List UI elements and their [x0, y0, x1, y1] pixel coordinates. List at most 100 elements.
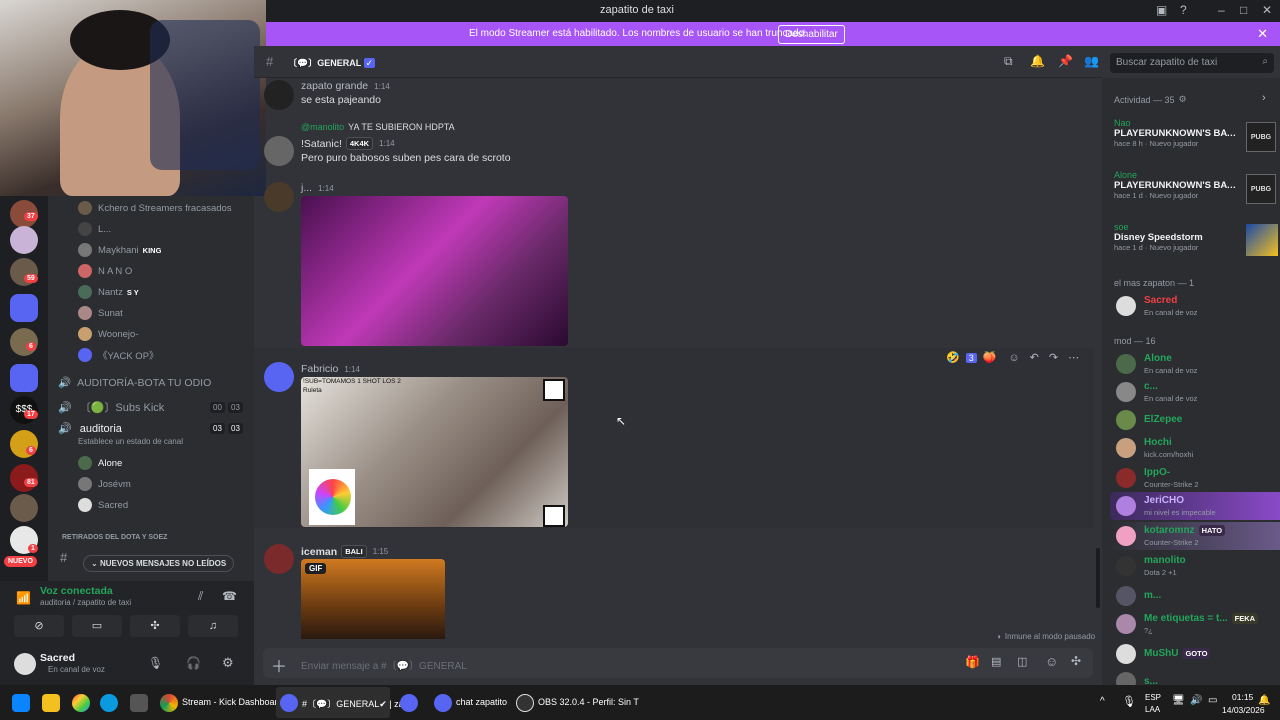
- notification-icon[interactable]: 🔔: [1258, 695, 1270, 706]
- maximize-button[interactable]: □: [1240, 3, 1247, 17]
- forward-icon[interactable]: ↷: [1049, 351, 1058, 364]
- voice-member[interactable]: L...: [78, 220, 111, 238]
- member-item[interactable]: m...: [1116, 582, 1276, 610]
- member-item[interactable]: IppO- Counter-Strike 2: [1116, 464, 1276, 492]
- activity-card[interactable]: soe Disney Speedstorm hace 1 d · Nuevo j…: [1114, 222, 1278, 266]
- emoji-reaction[interactable]: 🤣: [946, 351, 960, 364]
- search-input[interactable]: Buscar zapatito de taxi ⌕: [1110, 53, 1274, 73]
- clock-time[interactable]: 01:15: [1232, 692, 1253, 702]
- keycap-reaction[interactable]: 3: [965, 352, 977, 363]
- language-code[interactable]: ESP: [1145, 693, 1161, 702]
- network-icon[interactable]: 🖥: [1172, 695, 1185, 706]
- member-item[interactable]: MuShU GOTO: [1116, 640, 1276, 668]
- voice-member[interactable]: Alone: [78, 454, 122, 472]
- message-author[interactable]: iceman: [301, 546, 337, 558]
- taskbar-item-chrome[interactable]: Stream - Kick Dashboar: [182, 697, 278, 707]
- reply-icon[interactable]: ↶: [1030, 351, 1039, 364]
- voice-channel-subs-kick[interactable]: 🔊 〔🟢〕Subs Kick 00 03: [58, 399, 244, 415]
- chevron-right-icon[interactable]: ›: [1262, 92, 1266, 104]
- voice-channel-auditoria[interactable]: 🔊 auditoria 03 03: [58, 422, 244, 435]
- close-window-button[interactable]: ✕: [1262, 3, 1272, 17]
- taskbar-item-chat[interactable]: chat zapatito: [456, 697, 507, 707]
- minimize-button[interactable]: –: [1218, 3, 1225, 17]
- member-item[interactable]: manolito Dota 2 +1: [1116, 552, 1276, 580]
- category-retired[interactable]: RETIRADOS DEL DOTA Y SOEZ: [62, 534, 167, 541]
- activities-button[interactable]: ✣: [130, 615, 180, 637]
- discord-icon[interactable]: [434, 694, 452, 712]
- avatar[interactable]: [264, 80, 294, 110]
- activity-header[interactable]: Actividad — 35 ⚙: [1114, 94, 1187, 105]
- image-attachment[interactable]: [301, 196, 568, 346]
- member-item[interactable]: kotaromnz HATO Counter-Strike 2: [1110, 522, 1280, 550]
- chrome-icon[interactable]: [160, 694, 178, 712]
- gear-icon[interactable]: ⚙: [1179, 94, 1187, 105]
- voice-member[interactable]: Maykhani KING: [78, 241, 161, 259]
- voice-status[interactable]: Voz conectada: [40, 585, 113, 597]
- avatar[interactable]: [264, 544, 294, 574]
- obs-icon[interactable]: [516, 694, 534, 712]
- chevron-up-icon[interactable]: ^: [1100, 696, 1105, 707]
- battery-icon[interactable]: ▭: [1208, 695, 1217, 706]
- new-messages-pill[interactable]: ⌄ NUEVOS MENSAJES NO LEÍDOS: [83, 555, 235, 572]
- message-author[interactable]: j...: [301, 182, 312, 194]
- emoji-icon[interactable]: ☺: [1045, 654, 1058, 669]
- activity-card[interactable]: Alone PLAYERUNKNOWN'S BAT... hace 1 d · …: [1114, 170, 1276, 214]
- file-explorer-icon[interactable]: [42, 694, 60, 712]
- member-item[interactable]: JeriCHO mi nivel es impecable: [1110, 492, 1280, 520]
- windows-start-icon[interactable]: [12, 694, 30, 712]
- message-author[interactable]: zapato grande: [301, 80, 368, 92]
- store-icon[interactable]: [130, 694, 148, 712]
- voice-member[interactable]: Sacred: [78, 496, 128, 514]
- avatar[interactable]: [264, 182, 294, 212]
- emoji-reaction[interactable]: 🍑: [983, 351, 997, 364]
- apps-icon[interactable]: ✣: [1071, 654, 1081, 668]
- voice-member[interactable]: Sunat: [78, 304, 123, 322]
- inbox-icon[interactable]: ▣: [1156, 3, 1167, 17]
- voice-member[interactable]: Nantz S Y: [78, 283, 139, 301]
- voice-member[interactable]: Woonejo-: [78, 325, 139, 343]
- help-icon[interactable]: ?: [1180, 3, 1187, 17]
- discord-icon[interactable]: [400, 694, 418, 712]
- member-item[interactable]: Hochi kick.com/hoxhi: [1116, 434, 1276, 462]
- activity-card[interactable]: Nao PLAYERUNKNOWN'S BAT... hace 8 h · Nu…: [1114, 118, 1276, 162]
- discord-icon[interactable]: [280, 694, 298, 712]
- member-item[interactable]: s...: [1116, 668, 1276, 685]
- close-icon[interactable]: ✕: [1257, 26, 1268, 42]
- folder-icon[interactable]: [10, 364, 38, 392]
- gear-icon[interactable]: ⚙: [222, 655, 234, 671]
- disconnect-icon[interactable]: ☎: [222, 589, 237, 603]
- app-icon[interactable]: [72, 694, 90, 712]
- edge-icon[interactable]: [100, 694, 118, 712]
- screen-share-button[interactable]: ▭: [72, 615, 122, 637]
- clock-date[interactable]: 14/03/2026: [1222, 705, 1265, 715]
- reply-preview[interactable]: @manolito YA TE SUBIERON HDPTA: [301, 122, 455, 132]
- voice-location[interactable]: auditoria / zapatito de taxi: [40, 598, 131, 607]
- folder-icon[interactable]: [10, 294, 38, 322]
- taskbar-item-obs[interactable]: OBS 32.0.4 - Perfil: Sin T: [538, 697, 639, 707]
- channel-status[interactable]: Establece un estado de canal: [78, 437, 183, 446]
- server-icon[interactable]: [10, 226, 38, 254]
- bell-icon[interactable]: 🔔: [1030, 54, 1045, 68]
- voice-member[interactable]: N A N O: [78, 262, 132, 280]
- threads-icon[interactable]: ⧉: [1004, 54, 1013, 69]
- camera-off-button[interactable]: ⊘: [14, 615, 64, 637]
- gif-icon[interactable]: ▤: [991, 655, 1001, 668]
- gif-attachment[interactable]: GIF: [301, 559, 445, 639]
- image-attachment[interactable]: !SUB=TOMAMOS 1 SHOT LOS 2 Ruleta: [301, 377, 568, 527]
- voice-member[interactable]: Josévm: [78, 475, 131, 493]
- member-item[interactable]: c... En canal de voz: [1116, 378, 1276, 406]
- noise-suppression-icon[interactable]: ⫽: [198, 589, 203, 604]
- member-item[interactable]: Me etiquetas = t... FEKA ?¿: [1116, 610, 1276, 638]
- member-item[interactable]: Sacred En canal de voz: [1116, 292, 1276, 320]
- disable-streamer-button[interactable]: Deshabilitar: [778, 25, 845, 44]
- add-reaction-icon[interactable]: ☺: [1008, 352, 1019, 364]
- volume-icon[interactable]: 🔊: [1190, 695, 1202, 706]
- more-icon[interactable]: ⋯: [1068, 351, 1079, 364]
- voice-member[interactable]: Kchero d Streamers fracasados: [78, 199, 232, 217]
- voice-member[interactable]: 《YACK OP》: [78, 346, 159, 364]
- message-author[interactable]: Fabricio: [301, 363, 338, 375]
- avatar[interactable]: [14, 653, 36, 675]
- headset-icon[interactable]: 🎧: [186, 656, 201, 670]
- message-author[interactable]: !Satanic!: [301, 138, 342, 150]
- avatar[interactable]: [264, 136, 294, 166]
